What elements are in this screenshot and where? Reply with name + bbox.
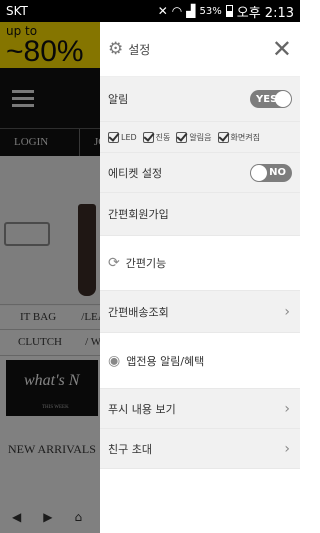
led-label: LED bbox=[121, 132, 137, 142]
led-checkbox[interactable]: LED bbox=[108, 131, 137, 143]
chevron-right-icon: › bbox=[284, 440, 290, 457]
close-icon[interactable]: ✕ bbox=[272, 35, 292, 63]
simple-signup-row[interactable]: 간편회원가입 bbox=[100, 193, 300, 236]
app-benefits-label: 앱전용 알림/혜택 bbox=[126, 354, 205, 368]
signal-icon: ▟ bbox=[186, 4, 196, 18]
invite-label: 친구 초대 bbox=[108, 442, 152, 456]
clock: 오후 2:13 bbox=[236, 5, 294, 21]
sound-label: 알림음 bbox=[189, 132, 212, 142]
etiquette-label: 에티켓 설정 bbox=[108, 166, 163, 180]
push-view-row[interactable]: 푸시 내용 보기 › bbox=[100, 389, 300, 429]
target-icon: ◉ bbox=[108, 352, 121, 369]
checkbox-checked-icon bbox=[108, 131, 119, 143]
alarm-toggle[interactable]: YES bbox=[250, 90, 292, 108]
shipping-row[interactable]: 간편배송조회 › bbox=[100, 291, 300, 333]
chevron-right-icon: › bbox=[284, 303, 290, 320]
invite-row[interactable]: 친구 초대 › bbox=[100, 429, 300, 469]
push-view-label: 푸시 내용 보기 bbox=[108, 402, 176, 416]
etiquette-row: 에티켓 설정 NO bbox=[100, 153, 300, 193]
screen: SKT ✕ ◠ ▟ 53% 오후 2:13 up to ~80% LOGIN J… bbox=[0, 0, 300, 533]
refresh-icon: ⟳ bbox=[108, 255, 120, 271]
simple-signup-label: 간편회원가입 bbox=[108, 208, 169, 221]
checkbox-checked-icon bbox=[176, 131, 188, 143]
battery-percent: 53% bbox=[199, 5, 222, 17]
wifi-icon: ◠ bbox=[171, 4, 183, 18]
chevron-right-icon: › bbox=[284, 400, 290, 417]
alarm-options-row: LED 진동 알림음 화면켜짐 bbox=[100, 122, 300, 153]
battery-icon bbox=[225, 5, 233, 17]
screen-on-checkbox[interactable]: 화면켜짐 bbox=[217, 131, 260, 143]
etiquette-toggle[interactable]: NO bbox=[250, 163, 292, 182]
status-bar: SKT ✕ ◠ ▟ 53% 오후 2:13 bbox=[0, 0, 300, 22]
app-benefits-row[interactable]: ◉ 앱전용 알림/혜택 bbox=[100, 333, 300, 389]
mute-icon: ✕ bbox=[157, 4, 168, 18]
etiquette-toggle-label: NO bbox=[269, 167, 286, 178]
carrier: SKT bbox=[6, 4, 28, 18]
screen-on-label: 화면켜짐 bbox=[230, 132, 260, 142]
checkbox-checked-icon bbox=[217, 131, 229, 143]
settings-drawer: ⚙ 설정 ✕ 알림 YES LED 진동 알림음 화면켜짐 에티켓 설정 NO … bbox=[100, 22, 300, 533]
toggle-knob bbox=[251, 164, 267, 181]
alarm-options: LED 진동 알림음 화면켜짐 bbox=[108, 131, 263, 143]
vibration-checkbox[interactable]: 진동 bbox=[142, 131, 171, 143]
shipping-label: 간편배송조회 bbox=[108, 305, 169, 319]
simple-function-row[interactable]: ⟳ 간편기능 bbox=[100, 236, 300, 291]
toggle-knob bbox=[275, 91, 291, 107]
vibration-label: 진동 bbox=[155, 132, 171, 142]
drawer-title: 설정 bbox=[128, 42, 151, 57]
sound-checkbox[interactable]: 알림음 bbox=[176, 131, 212, 143]
checkbox-checked-icon bbox=[142, 131, 154, 143]
alarm-label: 알림 bbox=[108, 93, 129, 106]
alarm-row: 알림 YES bbox=[100, 77, 300, 122]
simple-function-label: 간편기능 bbox=[125, 257, 167, 270]
drawer-header: ⚙ 설정 ✕ bbox=[100, 22, 300, 77]
gear-icon: ⚙ bbox=[108, 39, 124, 59]
status-icons: ✕ ◠ ▟ 53% 오후 2:13 bbox=[158, 2, 294, 21]
